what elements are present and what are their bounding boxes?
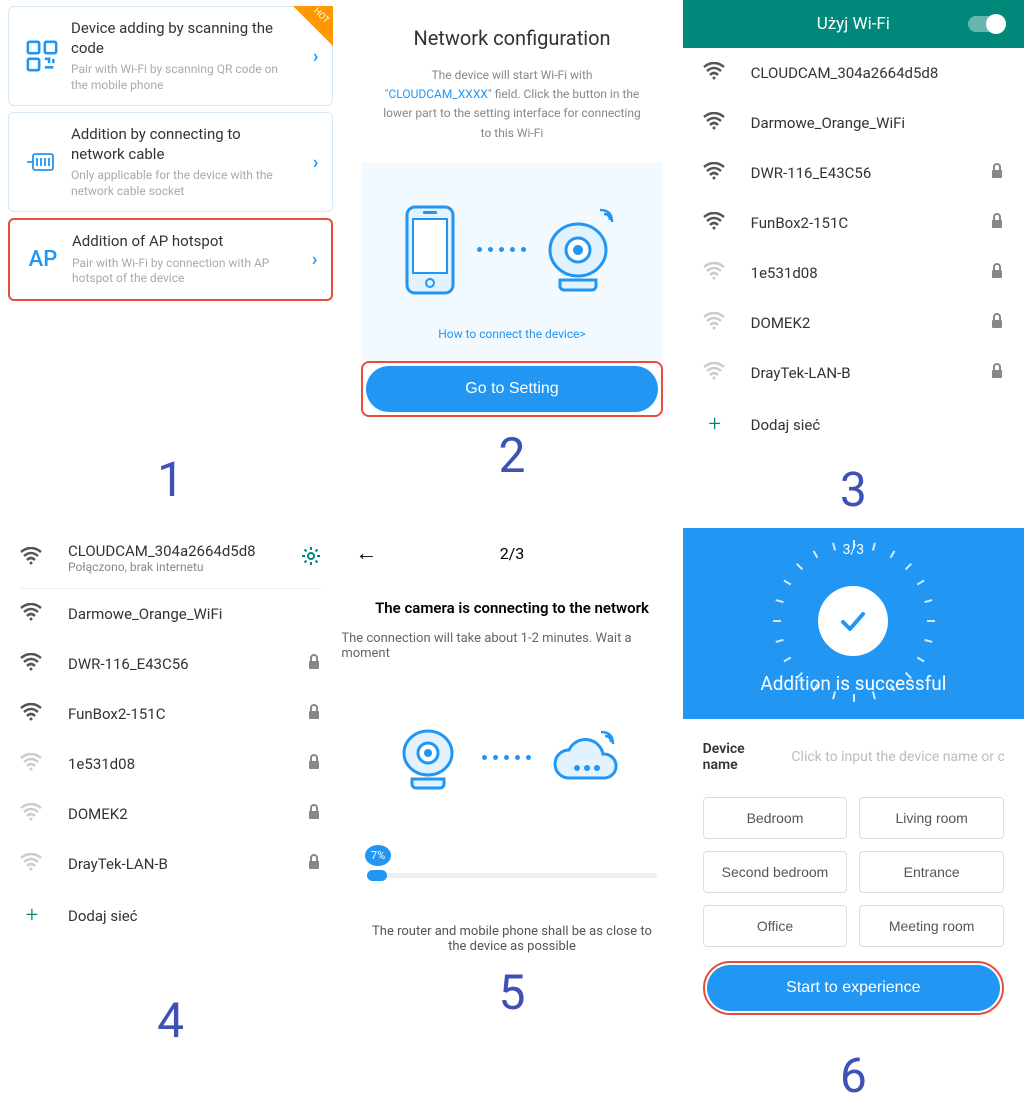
gear-icon[interactable] <box>301 546 321 571</box>
add-network-row[interactable]: + Dodaj sieć <box>683 398 1024 451</box>
how-to-link[interactable]: How to connect the device> <box>438 327 586 341</box>
room-chip[interactable]: Bedroom <box>703 797 848 839</box>
hint-text: The router and mobile phone shall be as … <box>372 924 652 954</box>
room-chip[interactable]: Second bedroom <box>703 851 848 893</box>
highlight-box: Start to experience <box>703 961 1004 1015</box>
ssid-pattern: CLOUDCAM_XXXX <box>388 87 487 101</box>
connecting-subtitle: The connection will take about 1-2 minut… <box>341 631 682 661</box>
step-number: 1 <box>0 441 341 518</box>
chevron-right-icon: › <box>313 152 318 173</box>
wifi-signal-icon <box>20 547 44 569</box>
wifi-network-row[interactable]: DrayTek-LAN-B <box>0 839 341 889</box>
highlight-box: Go to Setting <box>361 361 662 417</box>
plus-icon: + <box>703 412 727 437</box>
wifi-network-row[interactable]: FunBox2-151C <box>683 198 1024 248</box>
lock-icon <box>307 704 321 724</box>
camera-icon <box>400 721 462 793</box>
wifi-signal-icon <box>703 162 727 184</box>
chevron-right-icon: › <box>312 249 317 270</box>
back-button[interactable]: ← <box>355 540 377 566</box>
lock-icon <box>990 213 1004 233</box>
checkmark-icon <box>818 586 888 656</box>
lock-icon <box>990 313 1004 333</box>
device-name-input[interactable]: Click to input the device name or cho <box>791 749 1004 765</box>
lock-icon <box>990 363 1004 383</box>
wifi-signal-icon <box>703 362 727 384</box>
wifi-network-row[interactable]: DOMEK2 <box>0 789 341 839</box>
step-indicator: 2/3 <box>500 544 525 563</box>
page-title: Network configuration <box>413 26 610 50</box>
lock-icon <box>307 854 321 874</box>
wifi-settings-header: Użyj Wi-Fi <box>683 0 1024 48</box>
wifi-signal-icon <box>703 112 727 134</box>
illustration: How to connect the device> <box>361 163 662 361</box>
progress-value: 7% <box>365 845 391 866</box>
room-chip[interactable]: Entrance <box>859 851 1004 893</box>
ap-icon: AP <box>29 247 58 272</box>
instruction-text: The device will start Wi-Fi with "CLOUDC… <box>382 66 642 143</box>
camera-icon <box>546 208 620 292</box>
wifi-signal-icon <box>20 603 44 625</box>
wifi-network-row[interactable]: DOMEK2 <box>683 298 1024 348</box>
wifi-network-row[interactable]: DWR-116_E43C56 <box>0 639 341 689</box>
lock-icon <box>990 263 1004 283</box>
wifi-network-row[interactable]: 1e531d08 <box>0 739 341 789</box>
phone-icon <box>403 203 457 297</box>
wifi-network-row[interactable]: DrayTek-LAN-B <box>683 348 1024 398</box>
option-subtitle: Pair with Wi-Fi by connection with AP ho… <box>72 256 288 287</box>
step-number: 6 <box>683 1037 1024 1114</box>
room-chip[interactable]: Office <box>703 905 848 947</box>
lock-icon <box>307 754 321 774</box>
option-subtitle: Pair with Wi-Fi by scanning QR code on t… <box>71 62 289 93</box>
qr-icon <box>23 39 61 73</box>
step-number: 2 <box>499 417 526 494</box>
step-number: 4 <box>0 982 341 1059</box>
option-subtitle: Only applicable for the device with the … <box>71 168 289 199</box>
option-title: Addition of AP hotspot <box>72 232 288 252</box>
option-ap-hotspot[interactable]: AP Addition of AP hotspot Pair with Wi-F… <box>8 218 333 301</box>
wifi-signal-icon <box>703 312 727 334</box>
wifi-network-row[interactable]: DWR-116_E43C56 <box>683 148 1024 198</box>
wifi-network-row[interactable]: Darmowe_Orange_WiFi <box>683 98 1024 148</box>
wifi-toggle[interactable] <box>968 16 1004 32</box>
wifi-signal-icon <box>703 262 727 284</box>
wifi-signal-icon <box>20 753 44 775</box>
success-banner: 3/3 Addition is successful <box>683 528 1024 719</box>
room-chip[interactable]: Meeting room <box>859 905 1004 947</box>
wifi-network-row[interactable]: CLOUDCAM_304a2664d5d8Połączono, brak int… <box>0 528 341 588</box>
step-number: 3 <box>683 451 1024 528</box>
start-experience-button[interactable]: Start to experience <box>707 965 1000 1011</box>
wifi-signal-icon <box>20 653 44 675</box>
wifi-signal-icon <box>20 803 44 825</box>
chevron-right-icon: › <box>313 46 318 67</box>
option-title: Addition by connecting to network cable <box>71 125 289 164</box>
option-qr-scan[interactable]: HOT Device adding by scanning the code P… <box>8 6 333 106</box>
wifi-signal-icon <box>703 62 727 84</box>
option-network-cable[interactable]: Addition by connecting to network cable … <box>8 112 333 212</box>
plus-icon: + <box>20 903 44 928</box>
progress-bar: 7% <box>367 873 657 878</box>
room-chip[interactable]: Living room <box>859 797 1004 839</box>
device-name-label: Device name <box>703 741 778 773</box>
cloud-icon <box>551 728 623 786</box>
wifi-network-row[interactable]: Darmowe_Orange_WiFi <box>0 589 341 639</box>
add-network-row[interactable]: + Dodaj sieć <box>0 889 341 942</box>
step-number: 5 <box>499 954 526 1031</box>
lock-icon <box>307 804 321 824</box>
cable-icon <box>23 148 61 176</box>
wifi-signal-icon <box>20 703 44 725</box>
option-title: Device adding by scanning the code <box>71 19 289 58</box>
illustration <box>400 721 623 793</box>
lock-icon <box>307 654 321 674</box>
wifi-signal-icon <box>20 853 44 875</box>
wifi-signal-icon <box>703 212 727 234</box>
wifi-network-row[interactable]: CLOUDCAM_304a2664d5d8 <box>683 48 1024 98</box>
lock-icon <box>990 163 1004 183</box>
wifi-network-row[interactable]: 1e531d08 <box>683 248 1024 298</box>
connecting-title: The camera is connecting to the network <box>375 599 649 617</box>
go-to-setting-button[interactable]: Go to Setting <box>366 366 657 412</box>
wifi-network-row[interactable]: FunBox2-151C <box>0 689 341 739</box>
